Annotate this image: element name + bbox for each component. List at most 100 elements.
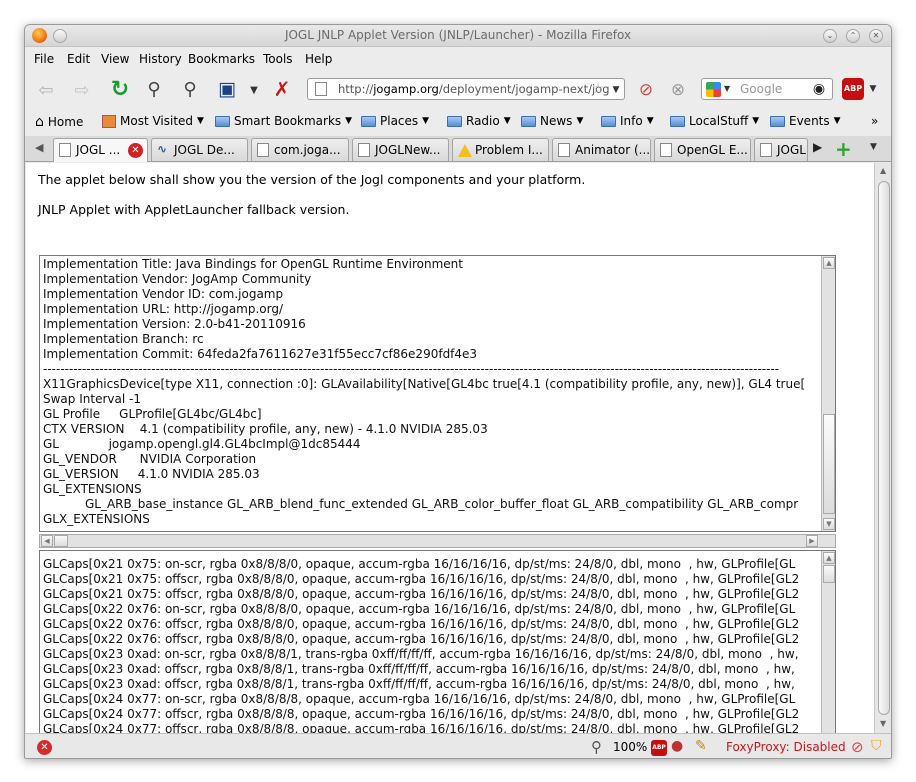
bookmark-smart-bookmarks[interactable]: Smart Bookmarks ▼ (215, 114, 352, 128)
bookmark-most-visited[interactable]: Most Visited ▼ (102, 114, 204, 128)
turtle-icon[interactable]: ● (671, 738, 683, 754)
bookmark-info[interactable]: Info ▼ (601, 114, 654, 128)
menu-bookmarks[interactable]: Bookmarks (188, 52, 255, 66)
notepad-icon[interactable]: ✎ (695, 738, 707, 754)
tab-jogl-applet[interactable]: JOGL ... ✕ (53, 138, 148, 162)
scrollbar-thumb[interactable] (54, 535, 68, 547)
url-host: jogamp.org (373, 82, 439, 96)
tab-label: Problem I... (475, 143, 543, 157)
zoom-in-icon[interactable]: ⚲ (178, 77, 202, 101)
bookmark-home[interactable]: ⌂ Home (35, 114, 83, 130)
tab-jogl-de[interactable]: ∿ JOGL De... (151, 138, 248, 161)
version-info-textarea[interactable]: Implementation Title: Java Bindings for … (39, 255, 836, 532)
new-tab-icon[interactable]: + (835, 137, 852, 161)
tab-label: OpenGL E... (677, 143, 748, 157)
menu-history[interactable]: History (139, 52, 182, 66)
page-icon (558, 143, 570, 157)
text-line: GLCaps[0x22 0x76: offscr, rgba 0x8/8/8/0… (43, 632, 800, 646)
tab-label: JOGL De... (174, 143, 235, 157)
scroll-tabs-right-icon[interactable]: ▶ (813, 140, 822, 154)
text-line: GLCaps[0x23 0xad: offscr, rgba 0x8/8/8/1… (43, 662, 795, 676)
adblock-dropdown-icon[interactable]: ▼ (867, 80, 879, 98)
bookmark-localstuff[interactable]: LocalStuff ▼ (670, 114, 759, 128)
scrollbar-thumb[interactable] (823, 565, 835, 583)
adblock-plus-icon[interactable]: ABP (841, 77, 865, 101)
scrollbar-thumb[interactable] (823, 414, 835, 514)
bookmark-news[interactable]: News ▼ (521, 114, 583, 128)
info-vertical-scrollbar[interactable]: ▲ ▼ (821, 256, 835, 531)
text-line: GLCaps[0x23 0xad: on-scr, rgba 0x8/8/8/1… (43, 647, 799, 661)
scroll-left-icon[interactable]: ◀ (41, 535, 53, 547)
close-window-icon[interactable]: ✕ (869, 29, 883, 43)
text-line: Implementation Branch: rc (43, 332, 204, 346)
page-icon (59, 143, 71, 157)
foxyproxy-status[interactable]: FoxyProxy: Disabled (726, 740, 846, 754)
bookmark-label: Smart Bookmarks (234, 114, 342, 128)
tab-com-joga[interactable]: com.joga... (251, 138, 349, 161)
reload-icon[interactable]: ↻ (107, 77, 133, 102)
glcaps-vertical-scrollbar[interactable]: ▲ (821, 551, 835, 733)
text-line: GLX_EXTENSIONS (43, 512, 150, 526)
scroll-right-icon[interactable]: ▶ (806, 535, 818, 547)
tab-animator[interactable]: Animator (... (552, 138, 651, 161)
url-bar[interactable]: http://jogamp.org/deployment/jogamp-next… (307, 78, 625, 100)
close-tab-icon[interactable]: ✕ (128, 143, 143, 158)
bookmark-places[interactable]: Places ▼ (361, 114, 429, 128)
zoom-icon[interactable]: ⚲ (591, 738, 602, 756)
maximize-icon[interactable]: ⌃ (846, 29, 860, 43)
engine-dropdown-icon[interactable]: ▼ (724, 84, 730, 93)
google-engine-icon[interactable] (706, 82, 721, 97)
version-info-lines: Implementation Title: Java Bindings for … (40, 257, 820, 527)
menu-tools[interactable]: Tools (263, 52, 293, 66)
back-icon[interactable]: ⇦ (33, 78, 59, 102)
glcaps-textarea[interactable]: GLCaps[0x21 0x75: on-scr, rgba 0x8/8/8/0… (39, 550, 836, 733)
page-vertical-scrollbar[interactable]: ▲ ▼ (874, 163, 891, 733)
text-line: GLCaps[0x24 0x77: on-scr, rgba 0x8/8/8/8… (43, 692, 796, 706)
info-horizontal-scrollbar[interactable]: ◀ ▶ (39, 534, 836, 548)
folder-icon (670, 115, 685, 127)
adblock-status-icon[interactable]: ABP (651, 740, 667, 756)
bookmark-radio[interactable]: Radio ▼ (447, 114, 511, 128)
stop-icon[interactable]: ⊗ (667, 79, 689, 101)
bookmark-events[interactable]: Events ▼ (770, 114, 841, 128)
save-page-icon[interactable]: ▣ (215, 77, 239, 101)
text-line: Implementation URL: http://jogamp.org/ (43, 302, 284, 316)
block-icon[interactable]: ⊘ (851, 738, 864, 756)
page-icon (660, 143, 672, 157)
tab-problem[interactable]: Problem I... (452, 138, 549, 161)
chevron-down-icon: ▼ (503, 116, 511, 126)
menu-edit[interactable]: Edit (67, 52, 90, 66)
noscript-icon[interactable]: ⊘ (635, 79, 657, 101)
scroll-tabs-left-icon[interactable]: ◀ (35, 141, 43, 154)
search-binoculars-icon[interactable]: ◉ (809, 79, 829, 99)
menu-file[interactable]: File (34, 52, 54, 66)
minimize-icon[interactable]: ⌄ (823, 29, 837, 43)
tab-opengl-e[interactable]: OpenGL E... (654, 138, 751, 161)
bookmark-star-icon[interactable]: ☆ (589, 80, 607, 98)
tab-jogl[interactable]: JOGL (754, 138, 808, 161)
forward-icon[interactable]: ⇨ (69, 78, 95, 102)
menu-help[interactable]: Help (305, 52, 332, 66)
status-bar: ✕ ⚲ 100% ABP ● ✎ FoxyProxy: Disabled ⊘ ⛉ (25, 733, 891, 758)
menu-view[interactable]: View (101, 52, 129, 66)
scroll-up-icon[interactable]: ▲ (823, 552, 835, 564)
bookmarks-overflow-icon[interactable]: » (871, 114, 878, 128)
url-history-dropdown-icon[interactable]: ▼ (609, 81, 623, 99)
zoom-out-icon[interactable]: ⚲ (142, 77, 166, 101)
save-dropdown-icon[interactable]: ▼ (247, 79, 261, 101)
scroll-up-icon[interactable]: ▲ (823, 257, 835, 269)
text-line: GLCaps[0x21 0x75: offscr, rgba 0x8/8/8/0… (43, 572, 800, 586)
stop-script-icon[interactable]: ✗ (268, 77, 296, 101)
page-scrollbar-thumb[interactable] (878, 181, 890, 715)
page-scroll-down-icon[interactable]: ▼ (880, 719, 886, 728)
window-title: JOGL JNLP Applet Version (JNLP/Launcher)… (284, 28, 632, 42)
tab-label: Animator (... (575, 143, 651, 157)
page-scroll-up-icon[interactable]: ▲ (880, 166, 886, 175)
page-icon (760, 143, 772, 157)
text-line: ----------------------------------------… (43, 362, 780, 376)
scroll-down-icon[interactable]: ▼ (823, 518, 835, 530)
list-all-tabs-icon[interactable]: ▼ (870, 142, 877, 152)
tab-joglnew[interactable]: JOGLNew... (352, 138, 449, 161)
security-shield-icon[interactable]: ⛉ (871, 738, 882, 754)
error-console-icon[interactable]: ✕ (37, 740, 52, 755)
